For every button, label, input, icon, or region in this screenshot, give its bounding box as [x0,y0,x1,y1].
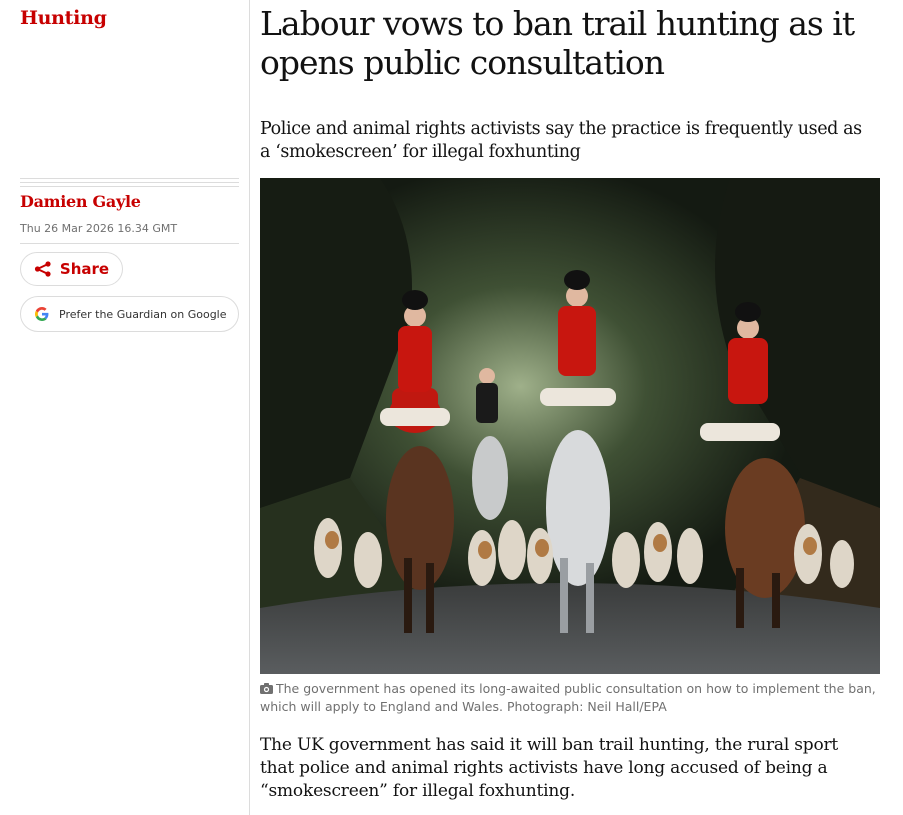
image-caption-text: The government has opened its long-await… [260,681,876,714]
article-headline: Labour vows to ban trail hunting as it o… [260,4,855,82]
author-link[interactable]: Damien Gayle [20,192,141,211]
publish-date: Thu 26 Mar 2026 16.34 GMT [20,222,178,235]
meta-rule [20,243,239,244]
meta-rule-top-3 [20,186,239,187]
google-icon [35,307,49,321]
article-body-paragraph: The UK government has said it will ban t… [260,735,839,801]
meta-rule-top-2 [20,182,239,183]
article-main-image [260,178,880,674]
share-button[interactable]: Share [20,252,123,286]
image-caption: The government has opened its long-await… [260,680,890,716]
column-divider [249,0,250,815]
share-icon [34,261,51,277]
meta-rule-top-1 [20,178,239,179]
article-standfirst: Police and animal rights activists say t… [260,119,862,162]
prefer-google-label: Prefer the Guardian on Google [59,307,227,321]
share-label: Share [59,260,110,278]
section-link-hunting[interactable]: Hunting [20,7,107,29]
camera-icon [260,683,273,694]
prefer-google-button[interactable]: Prefer the Guardian on Google [20,296,239,332]
